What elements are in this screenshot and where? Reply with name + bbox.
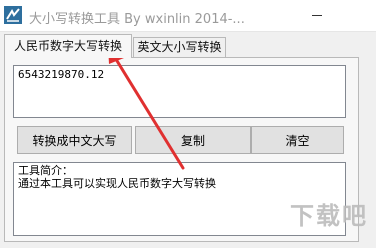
info-text: 通过本工具可以实现人民币数字大写转换 — [18, 177, 216, 190]
convert-button[interactable]: 转换成中文大写 — [17, 126, 132, 154]
info-heading: 工具简介： — [18, 164, 73, 177]
app-logo-icon — [4, 6, 22, 24]
tab-english-case[interactable]: 英文大小写转换 — [133, 37, 226, 57]
title-bar: 大小写转换工具 By wxinlin 2014-... — [0, 0, 376, 32]
clear-button[interactable]: 清空 — [251, 126, 344, 154]
copy-button[interactable]: 复制 — [135, 126, 251, 154]
window-title: 大小写转换工具 By wxinlin 2014-... — [29, 12, 245, 27]
watermark-logo: 下载吧 — [290, 202, 368, 230]
tab-rmb-uppercase[interactable]: 人民币数字大写转换 — [4, 34, 132, 58]
minimize-icon — [312, 15, 322, 16]
number-input[interactable]: 6543219870.12 — [13, 65, 346, 118]
minimize-button[interactable] — [300, 0, 334, 31]
